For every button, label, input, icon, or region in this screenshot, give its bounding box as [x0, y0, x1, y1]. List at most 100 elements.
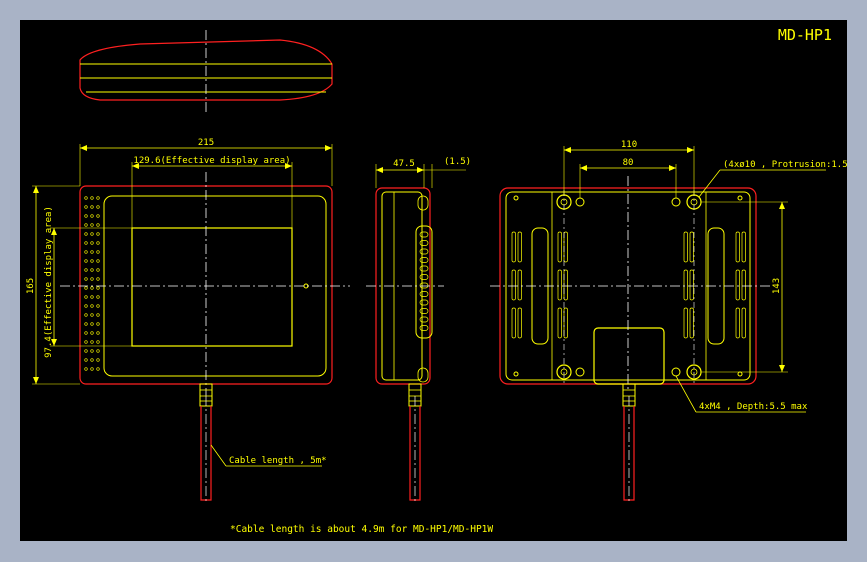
panel-dot: [90, 196, 94, 200]
dim-effective-height: 97.4(Effective display area): [44, 206, 54, 358]
panel-dot: [96, 241, 100, 245]
dim-depth: 47.5: [393, 159, 415, 169]
vent-slot: [735, 231, 740, 263]
vent-slot: [683, 231, 688, 263]
vent-slot: [741, 269, 746, 301]
drawing-title: MD-HP1: [778, 26, 832, 44]
front-panel-dot-grid: [84, 196, 100, 371]
vent-slot: [563, 307, 568, 339]
panel-dot: [96, 214, 100, 218]
panel-dot: [90, 295, 94, 299]
panel-dot: [84, 331, 88, 335]
top-view: [79, 30, 333, 114]
panel-dot: [84, 241, 88, 245]
side-view: 47.5 (1.5): [366, 157, 471, 504]
dim-back-height: 143: [772, 278, 782, 294]
vent-slot: [683, 269, 688, 301]
panel-dot: [84, 295, 88, 299]
vent-slot: [689, 269, 694, 301]
footnote: *Cable length is about 4.9m for MD-HP1/M…: [230, 524, 493, 535]
panel-dot: [90, 331, 94, 335]
cad-drawing-frame: MD-HP1 215 129.6(Effective display area)…: [20, 20, 847, 541]
dim-overall-width: 215: [198, 138, 214, 148]
back-view: 110 80 143 (4xø10 , Protrusion:1.5) 4xM4…: [490, 140, 847, 504]
panel-dot: [96, 259, 100, 263]
vent-slot: [419, 291, 429, 297]
panel-dot: [96, 286, 100, 290]
panel-dot: [96, 367, 100, 371]
vent-slot: [419, 325, 429, 331]
panel-dot: [90, 304, 94, 308]
panel-dot: [84, 205, 88, 209]
vent-slot: [563, 269, 568, 301]
panel-dot: [90, 286, 94, 290]
panel-dot: [96, 340, 100, 344]
panel-dot: [84, 268, 88, 272]
vent-slot: [735, 269, 740, 301]
panel-dot: [90, 340, 94, 344]
panel-dot: [90, 313, 94, 317]
panel-dot: [90, 250, 94, 254]
vent-slot: [517, 231, 522, 263]
panel-dot: [84, 223, 88, 227]
front-view: 215 129.6(Effective display area) 165 97…: [26, 138, 350, 504]
panel-dot: [84, 367, 88, 371]
panel-dot: [96, 322, 100, 326]
panel-dot: [84, 322, 88, 326]
panel-dot: [96, 277, 100, 281]
panel-dot: [96, 196, 100, 200]
vent-slot: [741, 307, 746, 339]
vent-slot: [683, 307, 688, 339]
vent-slot: [419, 257, 429, 263]
panel-dot: [96, 295, 100, 299]
panel-dot: [90, 259, 94, 263]
vent-slot: [511, 307, 516, 339]
panel-dot: [90, 268, 94, 272]
vent-slot: [511, 231, 516, 263]
callout-cable-length: Cable length , 5m*: [229, 456, 327, 466]
vent-slot: [517, 307, 522, 339]
vent-slot: [419, 299, 429, 306]
panel-dot: [96, 358, 100, 362]
vent-slot: [557, 307, 562, 339]
panel-dot: [84, 232, 88, 236]
panel-dot: [84, 259, 88, 263]
panel-dot: [96, 313, 100, 317]
panel-dot: [84, 286, 88, 290]
panel-dot: [96, 250, 100, 254]
vent-slot: [735, 307, 740, 339]
panel-dot: [96, 223, 100, 227]
vent-slot: [419, 248, 429, 255]
dim-overall-height: 165: [26, 278, 36, 294]
panel-dot: [84, 349, 88, 353]
panel-dot: [84, 250, 88, 254]
panel-dot: [90, 322, 94, 326]
vent-slot: [419, 316, 429, 323]
vent-slot: [741, 231, 746, 263]
panel-dot: [90, 223, 94, 227]
callout-screws: 4xM4 , Depth:5.5 max: [699, 402, 808, 412]
side-vent-slots: [419, 231, 429, 331]
panel-dot: [90, 232, 94, 236]
vent-slot: [511, 269, 516, 301]
vent-slot: [557, 231, 562, 263]
vent-slot: [419, 265, 429, 272]
panel-dot: [96, 304, 100, 308]
vent-slot: [419, 308, 429, 314]
vent-slot: [419, 274, 429, 280]
vent-slot: [419, 231, 429, 238]
vent-slot: [563, 231, 568, 263]
panel-dot: [84, 304, 88, 308]
panel-dot: [90, 241, 94, 245]
panel-dot: [90, 349, 94, 353]
cad-drawing: MD-HP1 215 129.6(Effective display area)…: [26, 26, 847, 535]
vent-slot: [419, 282, 429, 289]
dim-effective-width: 129.6(Effective display area): [133, 156, 290, 166]
panel-dot: [96, 331, 100, 335]
panel-dot: [84, 277, 88, 281]
panel-dot: [84, 313, 88, 317]
dim-back-inner-spacing: 80: [623, 158, 634, 168]
vent-slot: [557, 269, 562, 301]
panel-dot: [84, 214, 88, 218]
callout-bosses: (4xø10 , Protrusion:1.5): [723, 160, 847, 170]
